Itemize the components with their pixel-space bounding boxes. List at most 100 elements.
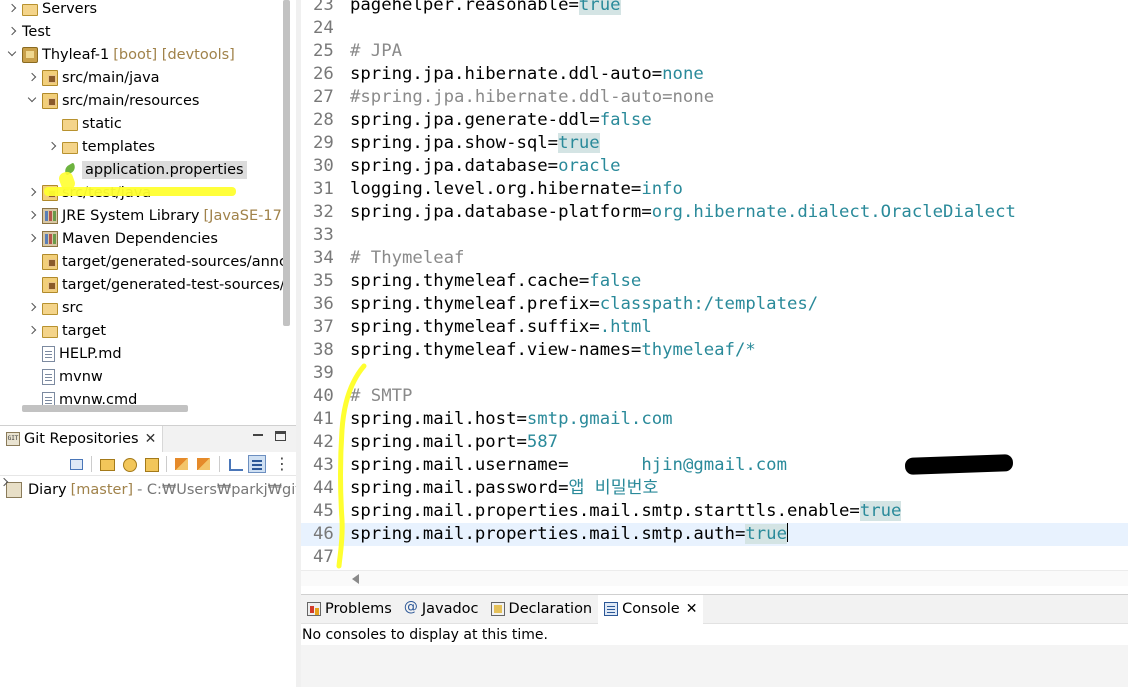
scroll-left-icon[interactable] [352, 574, 359, 584]
tree-item[interactable]: Maven Dependencies [0, 227, 280, 250]
code-line[interactable]: 40 # SMTP [301, 385, 1128, 408]
tab-declaration[interactable]: Declaration [485, 595, 599, 624]
refresh-icon[interactable] [173, 455, 191, 473]
tree-item[interactable]: mvnw [0, 365, 280, 388]
declaration-icon [490, 602, 505, 616]
code-line[interactable]: 33 [301, 224, 1128, 247]
chevron-right-icon[interactable] [48, 142, 58, 152]
package-folder-icon [42, 92, 58, 109]
tree-item[interactable]: Servers [0, 0, 280, 20]
tab-git-repositories[interactable]: GIT Git Repositories ✕ [0, 426, 164, 452]
code-line[interactable]: 32 spring.jpa.database-platform=org.hiber… [301, 201, 1128, 224]
tree-item[interactable]: src/main/java [0, 66, 280, 89]
highlighter-underline [44, 187, 236, 196]
editor-horizontal-scrollbar[interactable] [301, 570, 1128, 586]
code-line[interactable]: 47 [301, 546, 1128, 569]
line-text: spring.thymeleaf.prefix=classpath:/templ… [350, 293, 818, 316]
tree-item[interactable]: src/main/resources [0, 89, 280, 112]
tree-item[interactable]: HELP.md [0, 342, 280, 365]
code-line[interactable]: 28 spring.jpa.generate-ddl=false [301, 109, 1128, 132]
tree-item[interactable]: static [0, 112, 280, 135]
hierarchical-layout-icon[interactable] [226, 455, 244, 473]
tab-console[interactable]: Console ✕ [598, 594, 704, 624]
comment-text: # Thymeleaf [350, 248, 465, 268]
chevron-down-icon[interactable] [8, 50, 18, 60]
tree-item[interactable]: target/generated-test-sources/t [0, 273, 290, 296]
code-line[interactable]: 30 spring.jpa.database=oracle [301, 155, 1128, 178]
close-icon[interactable]: ✕ [686, 601, 698, 617]
maximize-icon[interactable] [275, 431, 286, 441]
code-line[interactable]: 39 [301, 362, 1128, 385]
folder-icon [62, 141, 78, 154]
chevron-right-icon[interactable] [28, 326, 38, 336]
chevron-right-icon[interactable] [8, 27, 18, 37]
explorer-horizontal-scrollbar[interactable] [22, 405, 188, 412]
line-number: 44 [313, 478, 334, 498]
package-folder-icon [42, 69, 58, 86]
repository-branch: [master] [70, 481, 134, 498]
link-with-selection-icon[interactable] [195, 455, 213, 473]
code-line[interactable]: 34 # Thymeleaf [301, 247, 1128, 270]
comment-text: #spring.jpa.hibernate.ddl-auto=none [350, 87, 715, 107]
property-key: spring.jpa.database-platform= [350, 202, 652, 222]
folder-icon [62, 118, 78, 131]
tree-item[interactable]: Test [0, 20, 280, 43]
property-value: true [578, 0, 621, 15]
explorer-vertical-scrollbar[interactable] [283, 0, 290, 326]
line-number: 28 [313, 110, 334, 130]
chevron-right-icon[interactable] [28, 188, 38, 198]
code-line[interactable]: 36 spring.thymeleaf.prefix=classpath:/tem… [301, 293, 1128, 316]
clone-repository-icon[interactable] [120, 455, 138, 473]
code-line[interactable]: 35 spring.thymeleaf.cache=false [301, 270, 1128, 293]
code-line[interactable]: 44 spring.mail.password=앱 비밀번호 [301, 477, 1128, 500]
code-line[interactable]: 45 spring.mail.properties.mail.smtp.start… [301, 500, 1128, 523]
property-key: spring.mail.properties.mail.smtp.auth= [350, 524, 746, 544]
line-number: 38 [313, 340, 334, 360]
view-menu-icon[interactable] [270, 454, 290, 473]
tree-item[interactable]: templates [0, 135, 280, 158]
code-line[interactable]: 37 spring.thymeleaf.suffix=.html [301, 316, 1128, 339]
minimize-icon[interactable] [253, 432, 263, 436]
chevron-right-icon[interactable] [28, 73, 38, 83]
tree-item[interactable]: target/generated-sources/annc [0, 250, 287, 273]
folder-icon [42, 325, 58, 338]
chevron-right-icon[interactable] [28, 303, 38, 313]
chevron-right-icon[interactable] [28, 234, 38, 244]
properties-editor[interactable]: 23 pagehelper.reasonable=true 24 25 # JPA 26 s… [301, 0, 1128, 570]
tree-item[interactable]: application.properties [0, 158, 280, 181]
create-repository-icon[interactable] [142, 455, 160, 473]
tree-item[interactable]: Thyleaf-1 [boot] [devtools] [0, 43, 280, 66]
text-caret [786, 523, 789, 542]
code-line[interactable]: 29 spring.jpa.show-sql=true [301, 132, 1128, 155]
code-line[interactable]: 41 spring.mail.host=smtp.gmail.com [301, 408, 1128, 431]
tab-problems[interactable]: Problems [301, 595, 398, 624]
chevron-right-icon[interactable] [28, 211, 38, 221]
tab-javadoc[interactable]: Javadoc [398, 595, 485, 624]
code-line[interactable]: 27 #spring.jpa.hibernate.ddl-auto=none [301, 86, 1128, 109]
code-line[interactable]: 23 pagehelper.reasonable=true [301, 0, 1128, 17]
code-line[interactable]: 25 # JPA [301, 40, 1128, 63]
chevron-right-icon[interactable] [8, 4, 18, 14]
close-icon[interactable]: ✕ [145, 431, 157, 447]
flat-layout-icon[interactable] [248, 454, 266, 473]
code-line[interactable]: 26 spring.jpa.hibernate.ddl-auto=none [301, 63, 1128, 86]
line-text: spring.thymeleaf.cache=false [350, 270, 641, 293]
tab-label: Console [622, 601, 680, 617]
property-value: thymeleaf/* [641, 340, 756, 360]
code-line[interactable]: 42 spring.mail.port=587 [301, 431, 1128, 454]
code-line[interactable]: 31 logging.level.org.hibernate=info [301, 178, 1128, 201]
code-line[interactable]: 24 [301, 17, 1128, 40]
tree-item[interactable]: mvnw.cmd [0, 388, 280, 405]
tab-label: Problems [325, 601, 392, 617]
code-line[interactable]: 38 spring.thymeleaf.view-names=thymeleaf/… [301, 339, 1128, 362]
chevron-down-icon[interactable] [28, 96, 38, 106]
file-icon [42, 345, 55, 362]
code-line[interactable]: 46 spring.mail.properties.mail.smtp.auth=… [301, 523, 1128, 546]
add-repository-icon[interactable] [98, 455, 116, 473]
tree-item[interactable]: src [0, 296, 280, 319]
collapse-all-icon[interactable] [67, 455, 85, 473]
tree-item[interactable]: JRE System Library [JavaSE-17] [0, 204, 288, 227]
line-number: 32 [313, 202, 334, 222]
tree-item[interactable]: target [0, 319, 280, 342]
git-repository-item[interactable]: Diary [master] - C:₩Users₩parkj₩git₩ [0, 478, 296, 501]
